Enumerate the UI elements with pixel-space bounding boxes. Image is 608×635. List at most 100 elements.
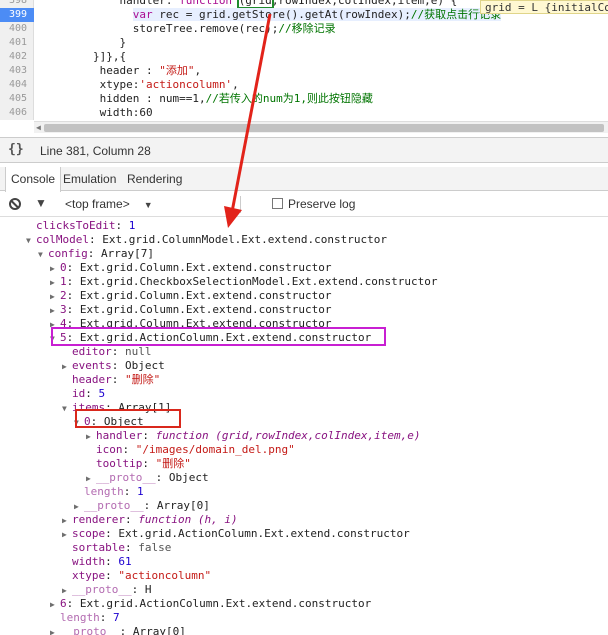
filter-icon[interactable]: ▼	[35, 196, 47, 210]
tree-row[interactable]: ▶ handler: function (grid,rowIndex,colInd…	[86, 429, 421, 443]
line-number[interactable]: 404	[0, 78, 34, 92]
property-key: 0	[84, 415, 91, 428]
line-number[interactable]: 405	[0, 92, 34, 106]
pretty-print-icon[interactable]: {}	[8, 142, 24, 157]
key-separator: :	[90, 415, 104, 428]
collapsed-triangle-icon[interactable]: ▶	[50, 304, 60, 318]
property-key: __proto__	[84, 499, 144, 512]
property-key: events	[72, 359, 112, 372]
collapsed-triangle-icon[interactable]: ▶	[50, 318, 60, 332]
line-number[interactable]: 398	[0, 0, 34, 8]
hover-eval-tooltip: grid = L {initialCo	[480, 0, 608, 14]
console-output[interactable]: clicksToEdit: 1 ▼ colModel: Ext.grid.Colum…	[0, 217, 608, 635]
frame-select[interactable]: <top frame> ▼	[65, 197, 153, 211]
editor-horizontal-scrollbar[interactable]: ◀	[34, 121, 608, 133]
code-line[interactable]: 400 storeTree.remove(rec);//移除记录	[0, 22, 608, 36]
preserve-log-checkbox[interactable]	[272, 198, 283, 209]
tree-row[interactable]: ▶ __proto__: H	[62, 583, 151, 597]
tree-row[interactable]: ▶ __proto__: Array[0]	[74, 499, 210, 513]
collapsed-triangle-icon[interactable]: ▶	[50, 262, 60, 276]
tree-row[interactable]: ▼ config: Array[7]	[38, 247, 154, 261]
property-value: Array[0]	[132, 625, 186, 635]
tree-row[interactable]: ▼ colModel: Ext.grid.ColumnModel.Ext.exte…	[26, 233, 387, 247]
line-number[interactable]: 401	[0, 36, 34, 50]
tab-emulation[interactable]: Emulation	[58, 167, 121, 191]
tree-row[interactable]: ▶ 2: Ext.grid.Column.Ext.extend.construct…	[50, 289, 332, 303]
key-separator: :	[66, 597, 80, 610]
chevron-down-icon: ▼	[143, 200, 153, 210]
clear-console-icon[interactable]	[9, 198, 21, 210]
line-number[interactable]: 406	[0, 106, 34, 120]
tree-row: clicksToEdit: 1	[26, 219, 135, 233]
collapsed-triangle-icon[interactable]: ▶	[62, 528, 72, 542]
code-line[interactable]: 401 }	[0, 36, 608, 50]
tab-console[interactable]: Console	[5, 167, 62, 192]
expanded-triangle-icon[interactable]: ▼	[50, 332, 60, 346]
collapsed-triangle-icon[interactable]: ▶	[50, 276, 60, 290]
key-separator: :	[122, 443, 136, 456]
code-token: (grid	[236, 0, 274, 9]
collapsed-triangle-icon[interactable]: ▶	[50, 598, 60, 612]
collapsed-triangle-icon[interactable]: ▶	[62, 514, 72, 528]
expanded-triangle-icon[interactable]: ▼	[38, 248, 48, 262]
collapsed-triangle-icon[interactable]: ▶	[86, 472, 96, 486]
collapsed-triangle-icon[interactable]: ▶	[86, 430, 96, 444]
property-value: null	[125, 345, 152, 358]
scroll-left-arrow-icon[interactable]: ◀	[36, 123, 41, 132]
property-value: 1	[128, 219, 136, 232]
key-separator: :	[66, 317, 80, 330]
tree-row[interactable]: ▼ 0: Object	[74, 415, 144, 429]
property-key: renderer	[72, 513, 125, 526]
expanded-triangle-icon[interactable]: ▼	[62, 402, 72, 416]
code-line[interactable]: 405 hidden : num==1,//若传入的num为1,则此按钮隐藏	[0, 92, 608, 106]
collapsed-triangle-icon[interactable]: ▶	[50, 626, 60, 635]
line-number[interactable]: 403	[0, 64, 34, 78]
line-number[interactable]: 402	[0, 50, 34, 64]
tree-row[interactable]: ▶ __proto__: Array[0]	[50, 625, 186, 635]
property-key: tooltip	[96, 457, 143, 470]
tree-row[interactable]: ▶ 1: Ext.grid.CheckboxSelectionModel.Ext.…	[50, 275, 438, 289]
tree-row[interactable]: ▼ items: Array[1]	[62, 401, 171, 415]
property-key: xtype	[72, 569, 106, 582]
scrollbar-thumb[interactable]	[44, 124, 604, 132]
property-value: 61	[118, 555, 132, 568]
collapsed-triangle-icon[interactable]: ▶	[50, 290, 60, 304]
tree-row[interactable]: ▶ renderer: function (h, i)	[62, 513, 238, 527]
tree-row: header: "删除"	[62, 373, 160, 387]
property-key: __proto__	[72, 583, 132, 596]
collapsed-triangle-icon[interactable]: ▶	[74, 500, 84, 514]
breakpoint-line-number[interactable]: 399	[0, 8, 34, 22]
tree-row[interactable]: ▶ __proto__: Object	[86, 471, 209, 485]
tree-row[interactable]: ▶ events: Object	[62, 359, 165, 373]
code-line[interactable]: 404 xtype:'actioncolumn',	[0, 78, 608, 92]
source-editor[interactable]: 398 handler: function (grid,rowIndex,col…	[0, 0, 608, 120]
property-value: Object	[168, 471, 209, 484]
expanded-triangle-icon[interactable]: ▼	[26, 234, 36, 248]
property-value: Ext.grid.Column.Ext.extend.constructor	[79, 261, 332, 274]
code-token: "添加"	[159, 64, 195, 77]
line-number[interactable]: 400	[0, 22, 34, 36]
tab-rendering[interactable]: Rendering	[122, 167, 187, 191]
code-line[interactable]: 403 header : "添加",	[0, 64, 608, 78]
code-line[interactable]: 402 }]},{	[0, 50, 608, 64]
collapsed-triangle-icon[interactable]: ▶	[62, 360, 72, 374]
property-value: "删除"	[125, 373, 161, 386]
key-separator: :	[87, 247, 101, 260]
property-value: Ext.grid.Column.Ext.extend.constructor	[79, 289, 332, 302]
expanded-triangle-icon[interactable]: ▼	[74, 416, 84, 430]
collapsed-triangle-icon[interactable]: ▶	[62, 584, 72, 598]
tree-row[interactable]: ▶ 3: Ext.grid.Column.Ext.extend.construct…	[50, 303, 332, 317]
tree-row[interactable]: ▼ 5: Ext.grid.ActionColumn.Ext.extend.con…	[50, 331, 371, 345]
editor-status-bar: {} Line 381, Column 28	[0, 137, 608, 163]
tree-row: length: 7	[50, 611, 120, 625]
key-separator: :	[66, 261, 80, 274]
property-key: 3	[60, 303, 67, 316]
tree-row[interactable]: ▶ 6: Ext.grid.ActionColumn.Ext.extend.con…	[50, 597, 371, 611]
code-token: }]},{	[40, 50, 127, 63]
code-text: }]},{	[40, 50, 126, 64]
key-separator: :	[124, 541, 139, 554]
code-line[interactable]: 406 width:60	[0, 106, 608, 120]
tree-row[interactable]: ▶ scope: Ext.grid.ActionColumn.Ext.extend…	[62, 527, 410, 541]
tree-row[interactable]: ▶ 4: Ext.grid.Column.Ext.extend.construct…	[50, 317, 332, 331]
tree-row[interactable]: ▶ 0: Ext.grid.Column.Ext.extend.construct…	[50, 261, 332, 275]
